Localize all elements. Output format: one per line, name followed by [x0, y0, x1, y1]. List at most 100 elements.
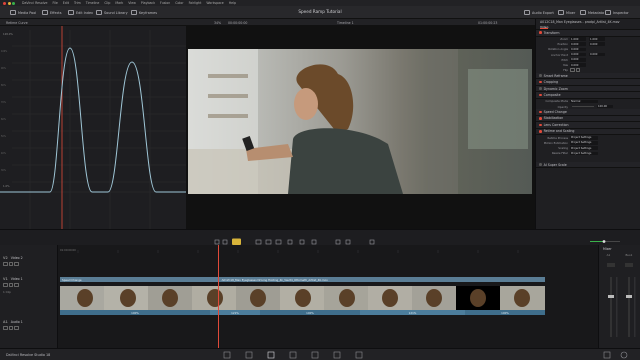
zoom-slider-handle[interactable] — [602, 240, 606, 243]
visibility-icon[interactable] — [14, 262, 19, 266]
track-v2-header[interactable]: V2 Video 2 — [3, 256, 23, 267]
enable-toggle-icon[interactable] — [539, 93, 542, 97]
enable-toggle-icon[interactable] — [539, 80, 542, 84]
home-icon[interactable] — [603, 351, 611, 359]
menu-item-file[interactable]: File — [52, 1, 57, 5]
lock-icon[interactable] — [3, 283, 8, 287]
bus-fader-handle[interactable] — [626, 295, 632, 298]
opacity-slider[interactable] — [572, 106, 594, 108]
mute-icon[interactable] — [14, 326, 19, 330]
minimize-window-icon[interactable] — [7, 1, 11, 5]
track-a1-header[interactable]: A1 Audio 1 — [3, 320, 23, 331]
audio-export-button[interactable]: Audio Export — [524, 9, 554, 16]
auto-select-icon[interactable] — [8, 262, 13, 266]
position-x-field[interactable]: 0.000 — [570, 42, 586, 47]
position-y-field[interactable]: 0.000 — [589, 42, 605, 47]
menu-item-trim[interactable]: Trim — [74, 1, 81, 5]
curve-dropdown[interactable]: Retime Curve — [6, 21, 28, 25]
menu-item-fairlight[interactable]: Fairlight — [189, 1, 202, 5]
mixer-input-select[interactable] — [607, 263, 615, 267]
menu-item-view[interactable]: View — [128, 1, 136, 5]
zoom-x-field[interactable]: 1.000 — [570, 37, 586, 41]
menu-item-edit[interactable]: Edit — [63, 1, 69, 5]
enable-toggle-icon[interactable] — [539, 110, 542, 114]
anchor-y-field[interactable]: 0.000 — [589, 52, 605, 57]
retime-curve-graph[interactable] — [0, 26, 186, 229]
channel-fader-handle[interactable] — [608, 295, 614, 298]
marker-icon[interactable] — [345, 239, 351, 245]
opacity-field[interactable]: 100.00 — [597, 104, 613, 109]
lock-icon[interactable] — [3, 262, 8, 266]
zoom-y-field[interactable]: 1.000 — [589, 37, 605, 41]
anchor-x-field[interactable]: 0.000 — [570, 52, 586, 57]
inspector-button[interactable]: Inspector — [605, 9, 629, 16]
flip-vertical-icon[interactable] — [575, 68, 580, 72]
yaw-field[interactable]: 0.000 — [570, 63, 586, 67]
speed-segment[interactable]: 100% — [260, 310, 360, 315]
insert-clip-icon[interactable] — [255, 239, 262, 245]
enable-toggle-icon[interactable] — [539, 87, 542, 90]
flag-icon[interactable] — [335, 239, 341, 245]
replace-clip-icon[interactable] — [275, 239, 282, 245]
pitch-field[interactable]: 0.000 — [570, 58, 586, 62]
menu-item-color[interactable]: Color — [175, 1, 183, 5]
sound-library-button[interactable]: Sound Library — [96, 9, 128, 16]
keyframes-button[interactable]: Keyframes — [131, 9, 157, 16]
close-window-icon[interactable] — [3, 1, 6, 5]
maximize-window-icon[interactable] — [12, 1, 15, 5]
zoom-full-icon[interactable] — [369, 239, 375, 245]
rotation-field[interactable]: 0.000 — [570, 47, 586, 52]
visibility-icon[interactable] — [14, 283, 19, 287]
color-page-icon[interactable] — [311, 351, 319, 359]
enable-toggle-icon[interactable] — [539, 130, 542, 133]
menu-item-mark[interactable]: Mark — [115, 1, 123, 5]
section-super-scale[interactable]: AI Super Scale — [536, 161, 640, 169]
zoom-level[interactable]: 34% — [214, 21, 221, 25]
timeline-ruler[interactable] — [58, 245, 598, 253]
video-frame[interactable] — [188, 49, 532, 194]
edit-page-icon[interactable] — [267, 351, 275, 359]
edit-index-button[interactable]: Edit Index — [68, 9, 93, 16]
menu-item-app[interactable]: DaVinci Resolve — [22, 1, 47, 5]
menu-item-clip[interactable]: Clip — [104, 1, 110, 5]
tab-video[interactable]: Video — [540, 25, 549, 29]
metadata-button[interactable]: Metadata — [580, 9, 604, 16]
menu-item-workspace[interactable]: Workspace — [206, 1, 223, 5]
speed-segment[interactable]: 100% — [465, 310, 545, 315]
settings-gear-icon[interactable] — [620, 351, 628, 359]
overwrite-clip-icon[interactable] — [265, 239, 272, 245]
enable-toggle-icon[interactable] — [539, 31, 542, 35]
menu-item-fusion[interactable]: Fusion — [160, 1, 170, 5]
fairlight-page-icon[interactable] — [333, 351, 341, 359]
timeline-playhead[interactable] — [218, 245, 219, 348]
snapping-icon[interactable] — [287, 239, 293, 245]
menu-item-playback[interactable]: Playback — [141, 1, 155, 5]
mixer-button[interactable]: Mixer — [558, 9, 575, 16]
scaling-select[interactable]: Project Settings — [570, 146, 598, 150]
position-lock-icon[interactable] — [311, 239, 317, 245]
solo-icon[interactable] — [8, 326, 13, 330]
media-pool-button[interactable]: Media Pool — [10, 9, 36, 16]
fusion-page-icon[interactable] — [289, 351, 297, 359]
mixer-output-select[interactable] — [625, 263, 633, 267]
cut-page-icon[interactable] — [245, 351, 253, 359]
selection-tool-icon[interactable] — [214, 239, 220, 245]
enable-toggle-icon[interactable] — [539, 117, 542, 120]
motion-estimation-select[interactable]: Project Settings — [570, 141, 598, 145]
enable-toggle-icon[interactable] — [539, 74, 542, 77]
clip-header[interactable]: Speed Change A012C18_Man Eyeglasses Driv… — [60, 277, 545, 282]
composite-mode-select[interactable]: Normal — [570, 99, 598, 104]
auto-select-icon[interactable] — [8, 283, 13, 287]
lock-icon[interactable] — [3, 326, 8, 330]
menu-item-timeline[interactable]: Timeline — [86, 1, 100, 5]
flip-horizontal-icon[interactable] — [570, 68, 575, 72]
media-page-icon[interactable] — [223, 351, 231, 359]
menu-item-help[interactable]: Help — [229, 1, 236, 5]
retime-process-select[interactable]: Project Settings — [570, 135, 598, 140]
enable-toggle-icon[interactable] — [539, 123, 542, 127]
deliver-page-icon[interactable] — [355, 351, 363, 359]
resize-filter-select[interactable]: Project Settings — [570, 151, 598, 156]
track-v1-header[interactable]: V1 Video 1 1 Clip — [3, 277, 23, 294]
timeline-name[interactable]: Timeline 1 — [337, 21, 354, 25]
enable-toggle-icon[interactable] — [539, 163, 542, 166]
